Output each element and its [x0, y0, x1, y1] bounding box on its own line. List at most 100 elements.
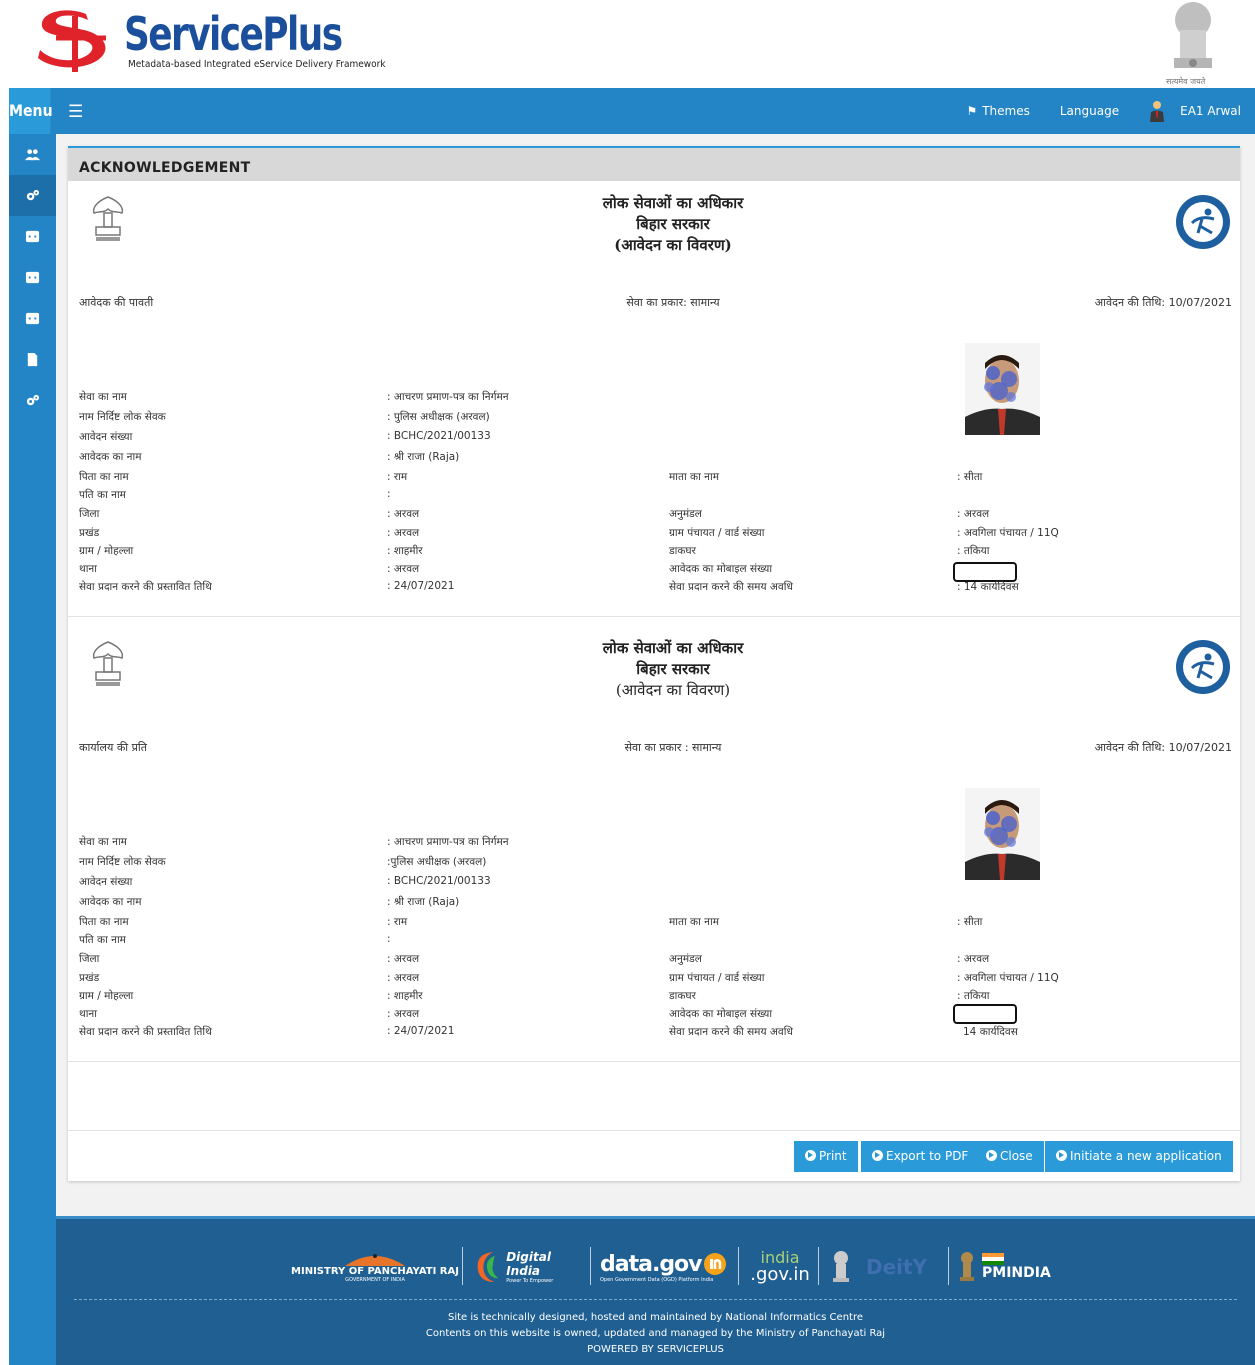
mother-name-label: माता का नाम	[669, 471, 719, 483]
father-name-label: पिता का नाम	[79, 471, 129, 483]
due-date-label: सेवा प्रदान करने की प्रस्तावित तिथि	[79, 1026, 212, 1038]
action-bar: Print Export to PDF Close Initiate a new…	[68, 1130, 1240, 1183]
cogs-icon	[26, 394, 40, 406]
ack-title-line2: बिहार सरकार	[636, 215, 710, 233]
datagov-label: data.gov	[600, 1251, 703, 1277]
sidebar-settings[interactable]	[9, 175, 56, 216]
list-icon	[25, 312, 40, 325]
ack-title-line3: (आवेदन का विवरण)	[615, 681, 731, 699]
husband-name-value: :	[387, 933, 391, 945]
themes-label: Themes	[982, 104, 1030, 118]
sidebar-list-3[interactable]	[9, 298, 56, 339]
logo-divider	[738, 1247, 739, 1285]
ack-applicant-copy: लोक सेवाओं का अधिकार बिहार सरकार (आवेदन …	[68, 183, 1240, 623]
post-office-value: : तकिया	[957, 990, 990, 1002]
footer-logos: MINISTRY OF PANCHAYATI RAJ GOVERNMENT OF…	[56, 1237, 1255, 1297]
datagov-in-icon	[703, 1253, 726, 1275]
village-value: : शाहमीर	[387, 545, 423, 557]
acknowledgement-panel: ACKNOWLEDGEMENT लोक सेवाओं का अधिकार बिह…	[68, 146, 1240, 1181]
logo-divider	[590, 1247, 591, 1285]
india-gov-logo[interactable]: india .gov.in	[750, 1237, 810, 1297]
husband-name-label: पति का नाम	[79, 489, 126, 501]
sidebar-list-1[interactable]	[9, 216, 56, 257]
panchayati-raj-sub: GOVERNMENT OF INDIA	[345, 1276, 405, 1283]
sidebar-list-2[interactable]	[9, 257, 56, 298]
hamburger-icon[interactable]: ☰	[68, 102, 83, 122]
village-value: : शाहमीर	[387, 990, 423, 1002]
export-pdf-button[interactable]: Export to PDF	[861, 1141, 980, 1172]
ack-title-line1: लोक सेवाओं का अधिकार	[602, 194, 744, 212]
pmindia-logo[interactable]: PMINDIA	[958, 1237, 1068, 1297]
list-icon	[25, 230, 40, 243]
subdivision-value: : अरवल	[957, 953, 990, 965]
applicant-name-label: आवेदक का नाम	[79, 451, 142, 463]
brand-title: ServicePlus	[124, 7, 343, 61]
panchayat-value: : अवगिला पंचायत / 11Q	[957, 972, 1059, 984]
service-name-label: सेवा का नाम	[79, 391, 127, 403]
thana-label: थाना	[79, 1008, 97, 1020]
subdivision-label: अनुमंडल	[669, 953, 702, 965]
sidebar-users[interactable]	[9, 134, 56, 175]
panchayati-raj-label: MINISTRY OF PANCHAYATI RAJ	[291, 1265, 459, 1277]
logo-divider	[818, 1247, 819, 1285]
footer: MINISTRY OF PANCHAYATI RAJ GOVERNMENT OF…	[56, 1216, 1255, 1365]
husband-name-label: पति का नाम	[79, 934, 126, 946]
user-avatar-icon	[1150, 101, 1165, 122]
officer-label: नाम निर्दिष्ट लोक सेवक	[79, 411, 166, 423]
logo-divider	[462, 1247, 463, 1285]
user-menu[interactable]: EA1 Arwal	[1149, 100, 1241, 122]
print-button[interactable]: Print	[794, 1141, 858, 1172]
mobile-redacted-box	[953, 562, 1017, 582]
close-button[interactable]: Close	[975, 1141, 1044, 1172]
menu-label[interactable]: Menu	[9, 88, 53, 134]
datagov-logo[interactable]: data.gov Open Government Data (OGD) Plat…	[600, 1237, 730, 1297]
district-value: : अरवल	[387, 508, 420, 520]
emblem-caption: सत्यमेव जयते	[1166, 77, 1206, 86]
play-circle-icon	[805, 1150, 816, 1161]
village-label: ग्राम / मोहल्ला	[79, 545, 134, 557]
right-to-service-logo-icon	[1176, 640, 1230, 694]
export-pdf-label: Export to PDF	[886, 1149, 969, 1163]
new-application-button[interactable]: Initiate a new application	[1045, 1141, 1233, 1172]
block-value: : अरवल	[387, 972, 420, 984]
themes-menu[interactable]: ⚑ Themes	[966, 104, 1029, 118]
language-menu[interactable]: Language	[1060, 104, 1119, 118]
copy-label: आवेदक की पावती	[79, 296, 154, 309]
due-date-value: : 24/07/2021	[387, 580, 455, 592]
footer-line-1: Site is technically designed, hosted and…	[447, 1312, 863, 1323]
top-navbar: Menu ☰ ⚑ Themes Language EA1 Arwal	[9, 88, 1255, 134]
main-content: ACKNOWLEDGEMENT लोक सेवाओं का अधिकार बिह…	[56, 134, 1255, 1216]
emblem-small-icon	[960, 1252, 974, 1281]
block-label: प्रखंड	[79, 972, 100, 984]
brand-subtitle: Metadata-based Integrated eService Deliv…	[128, 59, 386, 70]
datagov-sub: Open Government Data (OGD) Platform Indi…	[600, 1276, 714, 1283]
digital-india-logo[interactable]: Digital India Power To Empower	[474, 1237, 584, 1297]
bihar-govt-logo-icon	[92, 196, 124, 241]
applicant-name-value: : श्री राजा (Raja)	[387, 451, 460, 463]
father-name-value: : राम	[387, 916, 408, 928]
ack-title-line1: लोक सेवाओं का अधिकार	[602, 639, 744, 657]
ack-title-line3: (आवेदन का विवरण)	[614, 236, 732, 254]
national-emblem-icon	[1174, 2, 1212, 68]
india-flag-icon	[982, 1253, 1004, 1265]
district-label: जिला	[79, 953, 100, 965]
service-period-label: सेवा प्रदान करने की समय अवधि	[669, 1026, 793, 1038]
digital-india-label: Digital India	[506, 1250, 551, 1278]
village-label: ग्राम / मोहल्ला	[79, 990, 134, 1002]
footer-line-2: Contents on this website is owned, updat…	[425, 1328, 886, 1339]
deity-logo[interactable]: DeitY	[830, 1237, 940, 1297]
sidebar-document[interactable]	[9, 339, 56, 380]
panchayat-value: : अवगिला पंचायत / 11Q	[957, 527, 1059, 539]
right-to-service-logo-icon	[1176, 195, 1230, 249]
navbar-right: ⚑ Themes Language EA1 Arwal	[966, 88, 1241, 134]
list-icon	[25, 271, 40, 284]
district-label: जिला	[79, 508, 100, 520]
panchayati-raj-logo[interactable]: MINISTRY OF PANCHAYATI RAJ GOVERNMENT OF…	[291, 1237, 459, 1297]
deity-label: DeitY	[866, 1255, 928, 1279]
bihar-govt-logo-icon	[92, 641, 124, 686]
sidebar-settings-2[interactable]	[9, 380, 56, 421]
district-value: : अरवल	[387, 953, 420, 965]
serviceplus-logo[interactable]: ServicePlus Metadata-based Integrated eS…	[36, 6, 436, 76]
father-name-label: पिता का नाम	[79, 916, 129, 928]
post-office-label: डाकघर	[669, 990, 696, 1002]
